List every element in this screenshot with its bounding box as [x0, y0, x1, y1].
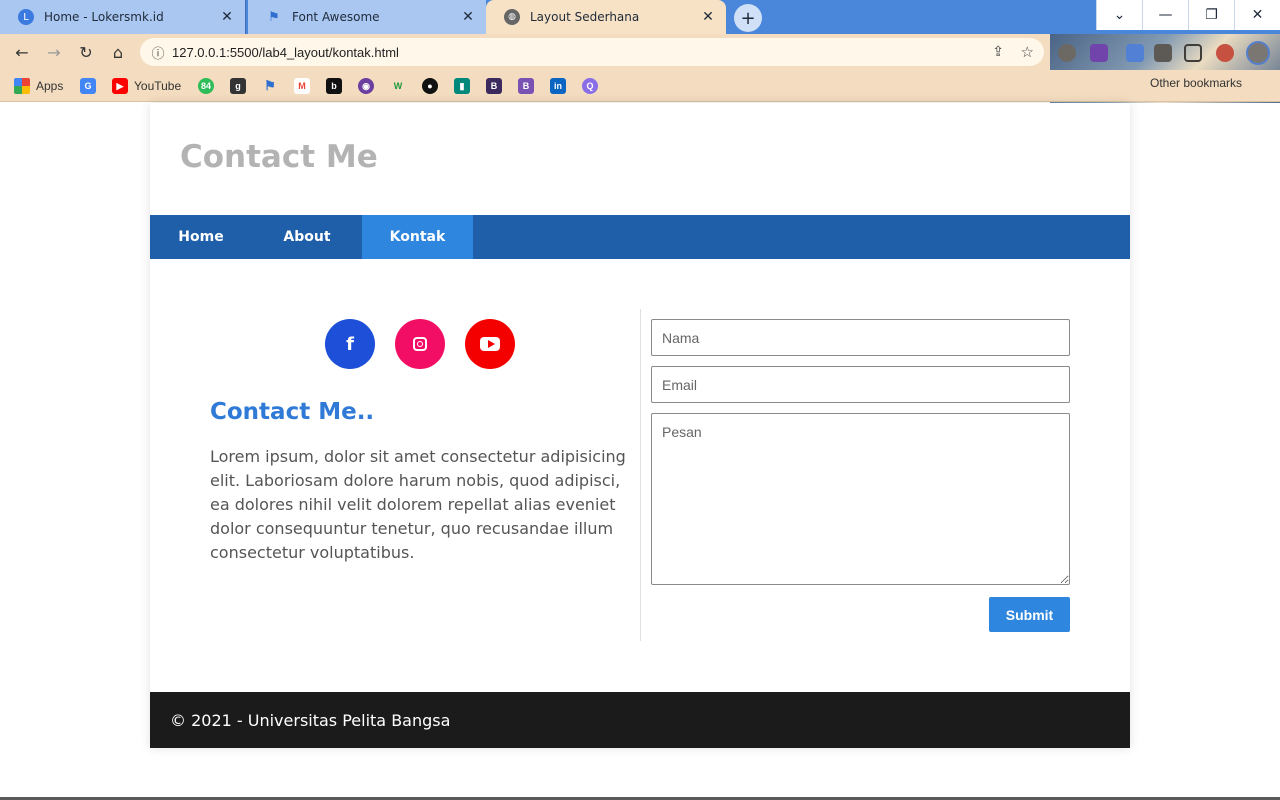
- bookmark-item[interactable]: W: [390, 76, 406, 96]
- apps-grid-icon: [14, 78, 30, 94]
- nama-field[interactable]: [651, 319, 1070, 356]
- other-bookmarks[interactable]: Other bookmarks: [1150, 76, 1242, 90]
- b-purple-icon: B: [486, 78, 502, 94]
- address-bar[interactable]: ⓘ 127.0.0.1:5500/lab4_layout/kontak.html…: [140, 38, 1044, 66]
- footer-text: © 2021 - Universitas Pelita Bangsa: [170, 710, 451, 730]
- tor-icon: ◉: [358, 78, 374, 94]
- tab-font-awesome[interactable]: ⚑ Font Awesome ✕: [248, 0, 486, 34]
- main-content: f Contact Me.. Lorem ipsum, dolor sit am…: [150, 259, 1130, 692]
- close-window-button[interactable]: ✕: [1234, 0, 1280, 30]
- instagram-icon[interactable]: [395, 319, 445, 369]
- close-icon[interactable]: ✕: [215, 9, 239, 25]
- reload-button[interactable]: ↻: [74, 40, 98, 64]
- bookmark-item[interactable]: ⚑: [262, 76, 278, 96]
- youtube-icon: ▶: [112, 78, 128, 94]
- bookmark-item[interactable]: Q: [582, 76, 598, 96]
- home-button[interactable]: ⌂: [106, 40, 130, 64]
- email-field[interactable]: [651, 366, 1070, 403]
- share-icon[interactable]: ⇪: [992, 44, 1004, 60]
- facebook-icon[interactable]: f: [325, 319, 375, 369]
- tab-title: Font Awesome: [292, 10, 380, 24]
- w-icon: W: [393, 81, 403, 91]
- new-tab-button[interactable]: +: [734, 4, 762, 32]
- bookmark-label: YouTube: [134, 79, 182, 93]
- bookmark-item[interactable]: ◉: [358, 76, 374, 96]
- bookmark-translate[interactable]: G: [80, 76, 96, 96]
- extension-icon[interactable]: [1126, 44, 1144, 62]
- page-container: Contact Me Home About Kontak f Contact M…: [150, 103, 1130, 748]
- nav-kontak[interactable]: Kontak: [362, 215, 473, 259]
- bookmark-item[interactable]: 84: [198, 76, 214, 96]
- youtube-icon[interactable]: [465, 319, 515, 369]
- column-divider: [640, 309, 641, 641]
- bookmark-item[interactable]: ●: [422, 76, 438, 96]
- bookmark-item[interactable]: B: [486, 76, 502, 96]
- tab-title: Home - Lokersmk.id: [44, 10, 164, 24]
- q-icon: Q: [582, 78, 598, 94]
- nav-about[interactable]: About: [252, 215, 362, 259]
- bookmark-youtube[interactable]: ▶ YouTube: [112, 76, 181, 96]
- sidebar-icon[interactable]: [1184, 44, 1202, 62]
- tab-search-icon[interactable]: ⌄: [1096, 0, 1142, 30]
- avatar[interactable]: [1216, 44, 1234, 62]
- puzzle-icon[interactable]: [1154, 44, 1172, 62]
- main-nav: Home About Kontak: [150, 215, 1130, 259]
- contact-description: Lorem ipsum, dolor sit amet consectetur …: [210, 447, 626, 562]
- bookmark-label: Apps: [36, 79, 64, 93]
- nav-home[interactable]: Home: [150, 215, 252, 259]
- bookmark-apps[interactable]: Apps: [14, 76, 63, 96]
- back-button[interactable]: ←: [10, 40, 34, 64]
- gmail-icon: M: [294, 78, 310, 94]
- extension-icon[interactable]: [1090, 44, 1108, 62]
- bookmark-item[interactable]: ▮: [454, 76, 470, 96]
- lokersmk-icon: L: [18, 9, 34, 25]
- close-icon[interactable]: ✕: [696, 9, 720, 25]
- globe-icon: ◍: [504, 9, 520, 25]
- extension-icon[interactable]: [1058, 44, 1076, 62]
- linkedin-icon: in: [550, 78, 566, 94]
- flag-icon: ⚑: [268, 9, 280, 25]
- close-icon[interactable]: ✕: [456, 9, 480, 25]
- flag-icon: ⚑: [264, 78, 276, 93]
- submit-button[interactable]: Submit: [989, 597, 1070, 632]
- social-links: f: [325, 319, 535, 369]
- bookmarks-bar: Apps G ▶ YouTube 84 g ⚑ M b ◉ W ● ▮ B B …: [0, 70, 1280, 102]
- bookmark-item[interactable]: in: [550, 76, 566, 96]
- tab-lokersmk[interactable]: L Home - Lokersmk.id ✕: [0, 0, 246, 34]
- info-icon[interactable]: ⓘ: [144, 43, 172, 62]
- bootstrap-icon: B: [518, 78, 534, 94]
- b-icon: b: [326, 78, 342, 94]
- star-icon[interactable]: ☆: [1021, 43, 1034, 61]
- meet-icon: ▮: [454, 78, 470, 94]
- url-text: 127.0.0.1:5500/lab4_layout/kontak.html: [172, 44, 399, 60]
- contact-heading: Contact Me..: [210, 399, 375, 425]
- app-84-icon: 84: [198, 78, 214, 94]
- g-icon: g: [230, 78, 246, 94]
- google-translate-icon: G: [80, 78, 96, 94]
- bookmark-item[interactable]: g: [230, 76, 246, 96]
- page-title: Contact Me: [180, 139, 378, 175]
- bookmark-item[interactable]: B: [518, 76, 534, 96]
- forward-button[interactable]: →: [42, 40, 66, 64]
- tab-title: Layout Sederhana: [530, 10, 640, 24]
- page-viewport: Contact Me Home About Kontak f Contact M…: [0, 103, 1280, 800]
- site-header: Contact Me: [150, 103, 1130, 215]
- site-footer: © 2021 - Universitas Pelita Bangsa: [150, 692, 1130, 748]
- profile-icon[interactable]: [1246, 41, 1270, 65]
- tab-layout-sederhana[interactable]: ◍ Layout Sederhana ✕: [486, 0, 726, 34]
- browser-tab-bar: L Home - Lokersmk.id ✕ ⚑ Font Awesome ✕ …: [0, 0, 1280, 34]
- bookmark-item[interactable]: b: [326, 76, 342, 96]
- pesan-textarea[interactable]: [651, 413, 1070, 585]
- minimize-button[interactable]: —: [1142, 0, 1188, 30]
- bookmark-item[interactable]: M: [294, 76, 310, 96]
- restore-button[interactable]: ❐: [1188, 0, 1234, 30]
- github-icon: ●: [422, 78, 438, 94]
